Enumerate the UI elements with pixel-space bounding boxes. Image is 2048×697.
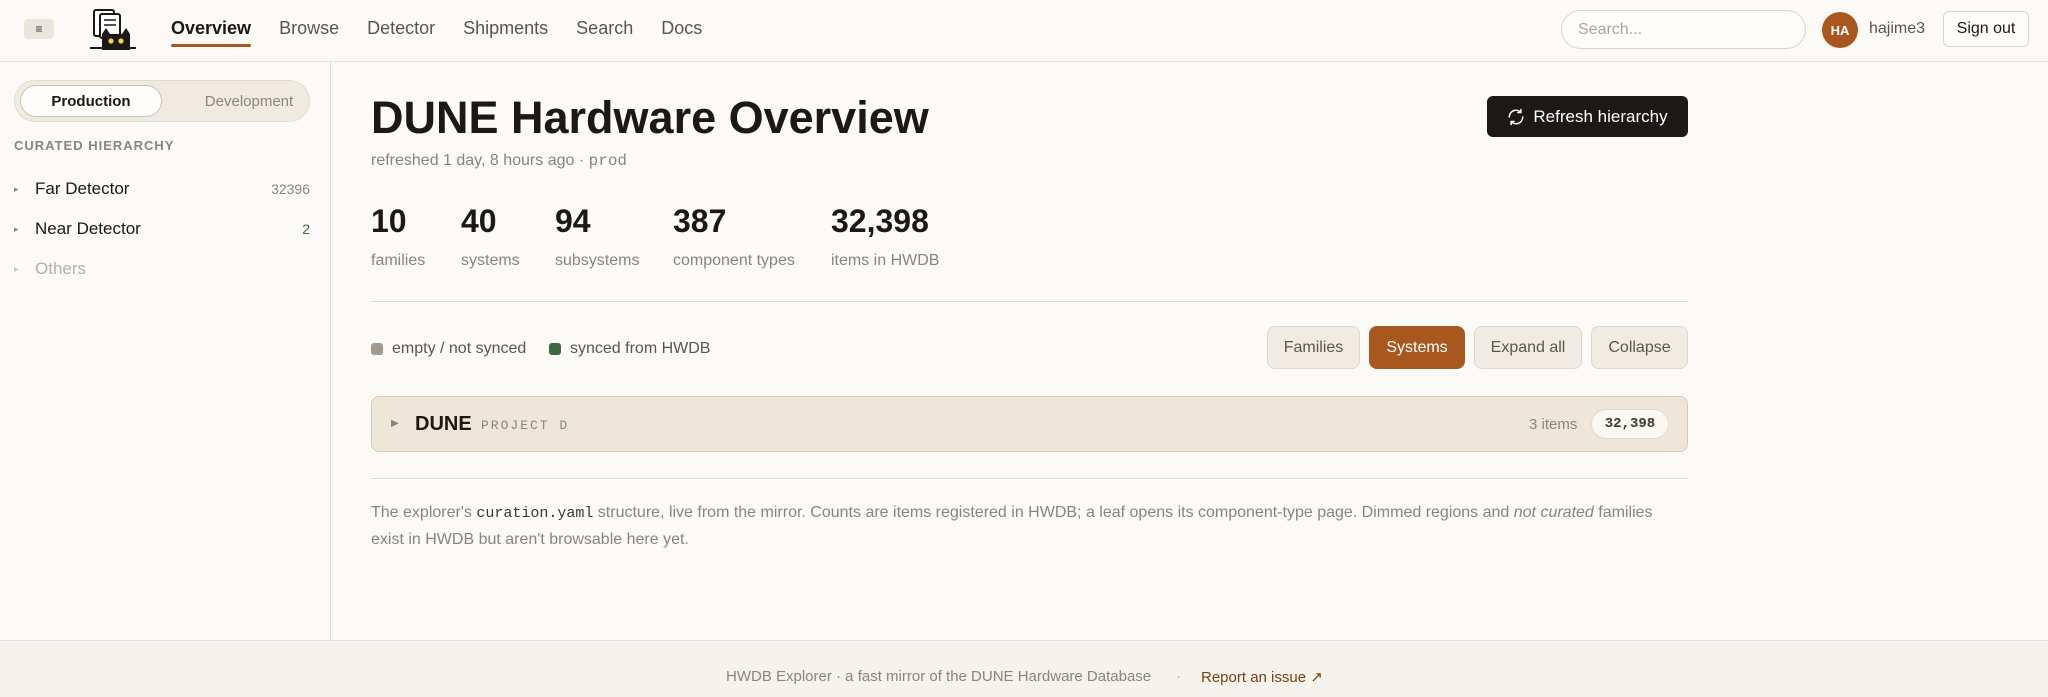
row-total-badge: 32,398 xyxy=(1591,409,1669,439)
hierarchy-heading: CURATED HIERARCHY xyxy=(14,138,175,153)
nav-docs[interactable]: Docs xyxy=(661,0,702,48)
main-nav: Overview Browse Detector Shipments Searc… xyxy=(171,0,730,62)
divider xyxy=(371,301,1688,302)
stat-value: 40 xyxy=(461,203,497,239)
stat-items: 32,398 items in HWDB xyxy=(831,203,939,270)
row-name: DUNE xyxy=(415,413,472,435)
top-bar: ≡ Overview Browse Detector Shipments Sea… xyxy=(0,0,2048,62)
families-button[interactable]: Families xyxy=(1267,326,1360,369)
footer-text: HWDB Explorer · a fast mirror of the DUN… xyxy=(726,668,1152,685)
nav-detector[interactable]: Detector xyxy=(367,0,435,48)
sidebar-item-count: 32396 xyxy=(271,181,310,197)
sign-out-button[interactable]: Sign out xyxy=(1943,11,2029,47)
stat-component-types: 387 component types xyxy=(673,203,795,270)
refreshed-status: refreshed 1 day, 8 hours ago · prod xyxy=(371,152,627,170)
sidebar-item-count: 2 xyxy=(302,221,310,237)
footnote-text: The explorer's xyxy=(371,504,477,521)
nav-shipments[interactable]: Shipments xyxy=(463,0,548,48)
nav-overview[interactable]: Overview xyxy=(171,0,252,48)
search-input[interactable] xyxy=(1561,10,1806,49)
collapse-button[interactable]: Collapse xyxy=(1591,326,1688,369)
caret-right-icon[interactable]: ▸ xyxy=(14,264,35,275)
stat-label: component types xyxy=(673,252,795,269)
legend-label: synced from HWDB xyxy=(570,340,711,357)
report-issue-link[interactable]: Report an issue ↗ xyxy=(1201,668,1323,686)
legend-empty: empty / not synced xyxy=(371,340,526,358)
sidebar-item-far-detector[interactable]: ▸ Far Detector 32396 xyxy=(14,174,310,204)
stat-label: families xyxy=(371,252,426,269)
menu-icon[interactable]: ≡ xyxy=(24,19,54,39)
expand-all-button[interactable]: Expand all xyxy=(1474,326,1582,369)
systems-button[interactable]: Systems xyxy=(1369,326,1465,369)
sidebar-item-label: Near Detector xyxy=(35,219,141,238)
env-production-option[interactable]: Production xyxy=(20,85,162,117)
row-subtitle: PROJECT D xyxy=(481,418,570,433)
stat-value: 387 xyxy=(673,203,727,239)
nav-search[interactable]: Search xyxy=(576,0,633,48)
stat-value: 32,398 xyxy=(831,203,929,239)
sidebar-item-others[interactable]: ▸ Others xyxy=(14,254,310,284)
stat-label: systems xyxy=(461,252,520,269)
footnote-code: curation.yaml xyxy=(476,505,594,522)
sidebar: Production Development CURATED HIERARCHY… xyxy=(0,62,331,640)
footnote: The explorer's curation.yaml structure, … xyxy=(371,500,1688,553)
cat-logo-icon[interactable] xyxy=(84,6,140,50)
refreshed-text: refreshed 1 day, 8 hours ago · xyxy=(371,152,589,169)
caret-right-icon[interactable]: ▶ xyxy=(391,418,399,429)
footnote-emphasis: not curated xyxy=(1513,504,1594,521)
env-development-option[interactable]: Development xyxy=(178,85,320,117)
footer: HWDB Explorer · a fast mirror of the DUN… xyxy=(0,640,2048,697)
stat-value: 94 xyxy=(555,203,591,239)
stat-label: subsystems xyxy=(555,252,640,269)
stat-subsystems: 94 subsystems xyxy=(555,203,639,270)
legend-synced: synced from HWDB xyxy=(549,340,710,358)
caret-right-icon[interactable]: ▸ xyxy=(14,184,35,195)
legend-swatch xyxy=(549,343,561,355)
sidebar-item-near-detector[interactable]: ▸ Near Detector 2 xyxy=(14,214,310,244)
refresh-icon xyxy=(1508,108,1524,125)
page-title: DUNE Hardware Overview xyxy=(371,92,929,143)
stat-systems: 40 systems xyxy=(461,203,520,270)
nav-browse[interactable]: Browse xyxy=(279,0,339,48)
caret-right-icon[interactable]: ▸ xyxy=(14,224,35,235)
environment-toggle: Production Development xyxy=(14,80,310,122)
footnote-text: structure, live from the mirror. Counts … xyxy=(593,504,1514,521)
row-items-count: 3 items xyxy=(1529,416,1578,433)
env-code: prod xyxy=(588,152,628,170)
refresh-label: Refresh hierarchy xyxy=(1533,106,1668,126)
username: hajime3 xyxy=(1869,20,1926,37)
hierarchy-row-dune[interactable]: ▶ DUNE PROJECT D 3 items 32,398 xyxy=(371,396,1688,452)
sidebar-item-label: Others xyxy=(35,259,87,278)
stat-families: 10 families xyxy=(371,203,425,270)
sidebar-item-label: Far Detector xyxy=(35,179,130,198)
refresh-hierarchy-button[interactable]: Refresh hierarchy xyxy=(1487,96,1688,137)
avatar[interactable]: HA xyxy=(1822,12,1858,48)
legend-swatch xyxy=(371,343,383,355)
stat-value: 10 xyxy=(371,203,407,239)
stat-label: items in HWDB xyxy=(831,252,940,269)
legend-label: empty / not synced xyxy=(392,340,527,357)
divider xyxy=(371,478,1688,479)
footer-separator: · xyxy=(1176,668,1181,685)
